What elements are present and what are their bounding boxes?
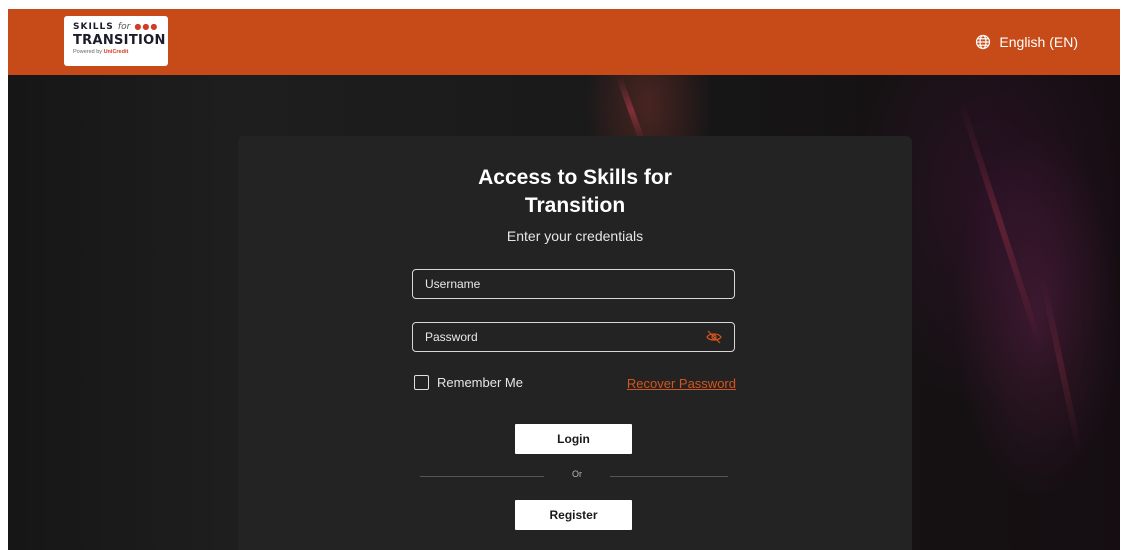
logo-powered-by: Powered by: [73, 49, 103, 55]
remember-me-checkbox[interactable]: Remember Me: [414, 375, 523, 390]
login-title: Access to Skills for Transition: [478, 166, 672, 217]
register-button[interactable]: Register: [515, 500, 632, 530]
logo-unicredit: UniCredit: [103, 49, 129, 55]
logo-word-for: for: [117, 22, 131, 32]
skills-for-transition-logo[interactable]: SKILLS for ●●● TRANSITION Powered by Uni…: [64, 16, 168, 66]
remember-me-label: Remember Me: [437, 375, 523, 390]
top-navigation-bar: SKILLS for ●●● TRANSITION Powered by Uni…: [8, 9, 1120, 75]
decorative-light-streak: [1039, 276, 1083, 454]
decorative-light-streak: [616, 76, 646, 144]
username-placeholder: Username: [425, 277, 481, 291]
language-label: English (EN): [999, 34, 1078, 50]
login-card: Access to Skills for Transition Enter yo…: [238, 136, 912, 550]
recover-password-link[interactable]: Recover Password: [627, 376, 736, 391]
logo-word-transition: TRANSITION: [73, 33, 166, 48]
divider-left: [420, 476, 544, 477]
page: SKILLS for ●●● TRANSITION Powered by Uni…: [0, 0, 1128, 550]
logo-dots: ●●●: [134, 22, 159, 31]
eye-off-icon[interactable]: [706, 330, 722, 344]
login-subtitle: Enter your credentials: [506, 228, 644, 244]
language-selector[interactable]: English (EN): [975, 33, 1078, 51]
decorative-light-streak: [957, 100, 1045, 350]
username-input[interactable]: Username: [412, 269, 735, 299]
or-separator: Or: [572, 469, 582, 479]
login-button[interactable]: Login: [515, 424, 632, 454]
password-input[interactable]: Password: [412, 322, 735, 352]
globe-icon: [976, 34, 991, 50]
logo-word-skills: SKILLS: [73, 22, 114, 32]
checkbox-box[interactable]: [414, 375, 429, 390]
password-placeholder: Password: [425, 330, 478, 344]
divider-right: [610, 476, 728, 477]
